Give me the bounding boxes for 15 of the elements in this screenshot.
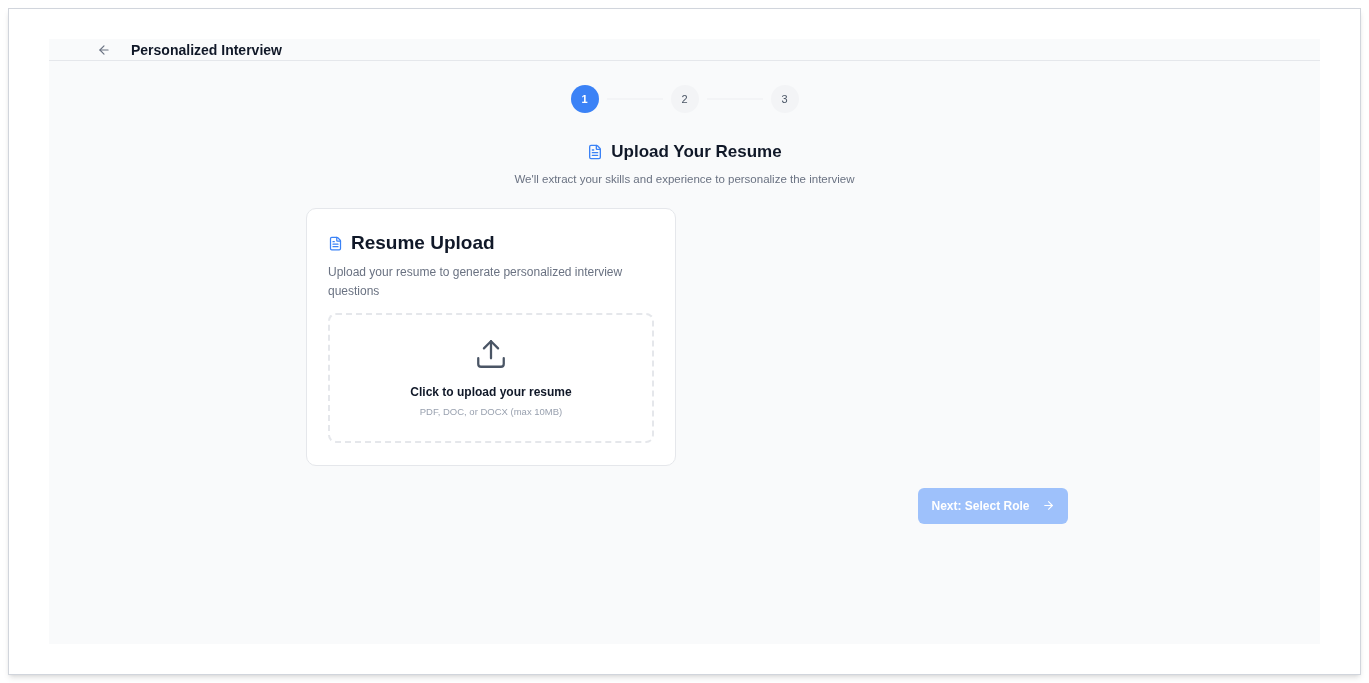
card-description: Upload your resume to generate personalized interview questions [328,264,624,301]
document-icon [587,143,604,160]
section-subtitle: We'll extract your skills and experience to personalize the interview [514,171,855,187]
step-indicator: 1 [570,85,599,113]
step-indicator: 2 [670,85,699,113]
arrow-right-icon [1041,499,1055,513]
card-title: Resume Upload [351,230,495,255]
section-title: Upload Your Resume [611,141,782,163]
dropzone-hint: PDF, DOC, or DOCX (max 10MB) [419,405,563,420]
dropzone-title: Click to upload your resume [410,384,572,402]
page-title: Personalized Interview [131,42,282,57]
step-indicator: 3 [770,85,799,113]
upload-dropzone[interactable]: Click to upload your resume PDF, DOC, or DOCX (max 10MB) [328,313,654,444]
document-icon [328,235,343,251]
back-icon[interactable] [97,42,111,57]
